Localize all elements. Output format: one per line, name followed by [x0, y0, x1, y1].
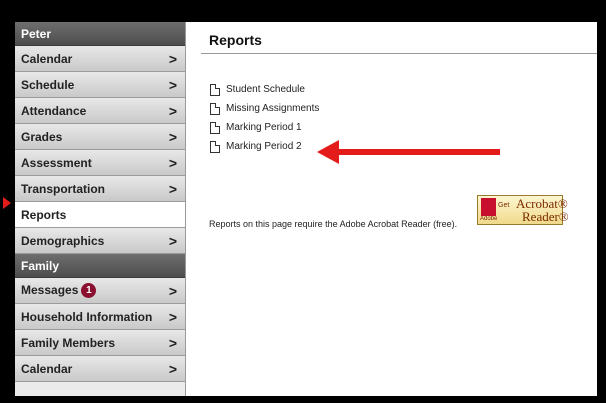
document-icon [210, 102, 220, 115]
adobe-logo-icon [481, 198, 496, 216]
sidebar-item-grades[interactable]: Grades > [15, 124, 185, 150]
acrobat-reader-text: Reader® [522, 209, 569, 224]
document-icon [210, 83, 220, 96]
sidebar-item-assessment[interactable]: Assessment > [15, 150, 185, 176]
app-window: Peter Calendar > Schedule > Attendance > Gr… [15, 22, 597, 396]
report-link-missing-assignments[interactable]: Missing Assignments [210, 99, 319, 118]
document-icon [210, 121, 220, 134]
sidebar-item-schedule[interactable]: Schedule > [15, 72, 185, 98]
report-link-student-schedule[interactable]: Student Schedule [210, 80, 319, 99]
report-link-marking-period-2[interactable]: Marking Period 2 [210, 137, 319, 156]
chevron-right-icon: > [168, 360, 177, 377]
sidebar-item-messages[interactable]: Messages 1 > [15, 278, 185, 304]
message-count-badge: 1 [81, 283, 97, 299]
sidebar-item-attendance[interactable]: Attendance > [15, 98, 185, 124]
chevron-right-icon: > [168, 154, 177, 171]
sidebar-item-label: Messages [21, 282, 79, 297]
report-label: Missing Assignments [226, 103, 320, 114]
sidebar-header-family: Family [15, 254, 185, 278]
chevron-right-icon: > [168, 180, 177, 197]
sidebar-item-household-information[interactable]: Household Information > [15, 304, 185, 330]
chevron-right-icon: > [168, 308, 177, 325]
chevron-right-icon: > [168, 128, 177, 145]
sidebar-item-family-members[interactable]: Family Members > [15, 330, 185, 356]
page-title: Reports [209, 32, 262, 48]
report-label: Student Schedule [226, 84, 305, 95]
sidebar-item-demographics[interactable]: Demographics > [15, 228, 185, 254]
sidebar-item-transportation[interactable]: Transportation > [15, 176, 185, 202]
chevron-right-icon: > [168, 282, 177, 299]
sidebar-item-calendar[interactable]: Calendar > [15, 46, 185, 72]
sidebar-item-family-calendar[interactable]: Calendar > [15, 356, 185, 382]
report-list: Student Schedule Missing Assignments Mar… [210, 80, 319, 156]
sidebar-item-label: Assessment [21, 155, 92, 170]
main-content: Reports Student Schedule Missing Assignm… [186, 22, 597, 396]
sidebar: Peter Calendar > Schedule > Attendance > Gr… [15, 22, 186, 396]
sidebar-item-label: Calendar [21, 51, 73, 66]
title-divider [201, 53, 597, 54]
chevron-right-icon: > [168, 232, 177, 249]
acrobat-requirement-note: Reports on this page require the Adobe A… [209, 219, 458, 229]
chevron-right-icon: > [168, 334, 177, 351]
sidebar-item-label: Calendar [21, 361, 73, 376]
sidebar-item-label: Grades [21, 129, 63, 144]
document-icon [210, 140, 220, 153]
annotation-arrow-shaft [335, 149, 500, 155]
sidebar-item-label: Schedule [21, 77, 75, 92]
chevron-right-icon: > [168, 50, 177, 67]
chevron-right-icon: > [168, 76, 177, 93]
sidebar-item-label: Attendance [21, 103, 87, 118]
annotation-arrow-left [0, 196, 13, 211]
sidebar-item-label: Household Information [21, 309, 153, 324]
sidebar-item-label: Transportation [21, 181, 106, 196]
report-label: Marking Period 1 [226, 122, 302, 133]
adobe-text: Adobe [480, 216, 498, 222]
sidebar-item-label: Family Members [21, 335, 116, 350]
get-acrobat-reader-badge[interactable]: Get Adobe Acrobat® Reader® [477, 195, 569, 225]
sidebar-header-student: Peter [15, 22, 185, 46]
report-link-marking-period-1[interactable]: Marking Period 1 [210, 118, 319, 137]
report-label: Marking Period 2 [226, 141, 302, 152]
sidebar-item-reports[interactable]: Reports [15, 202, 185, 228]
chevron-right-icon: > [168, 102, 177, 119]
sidebar-item-label: Reports [21, 207, 67, 222]
sidebar-item-label: Demographics [21, 233, 105, 248]
acrobat-get-text: Get [498, 202, 510, 209]
